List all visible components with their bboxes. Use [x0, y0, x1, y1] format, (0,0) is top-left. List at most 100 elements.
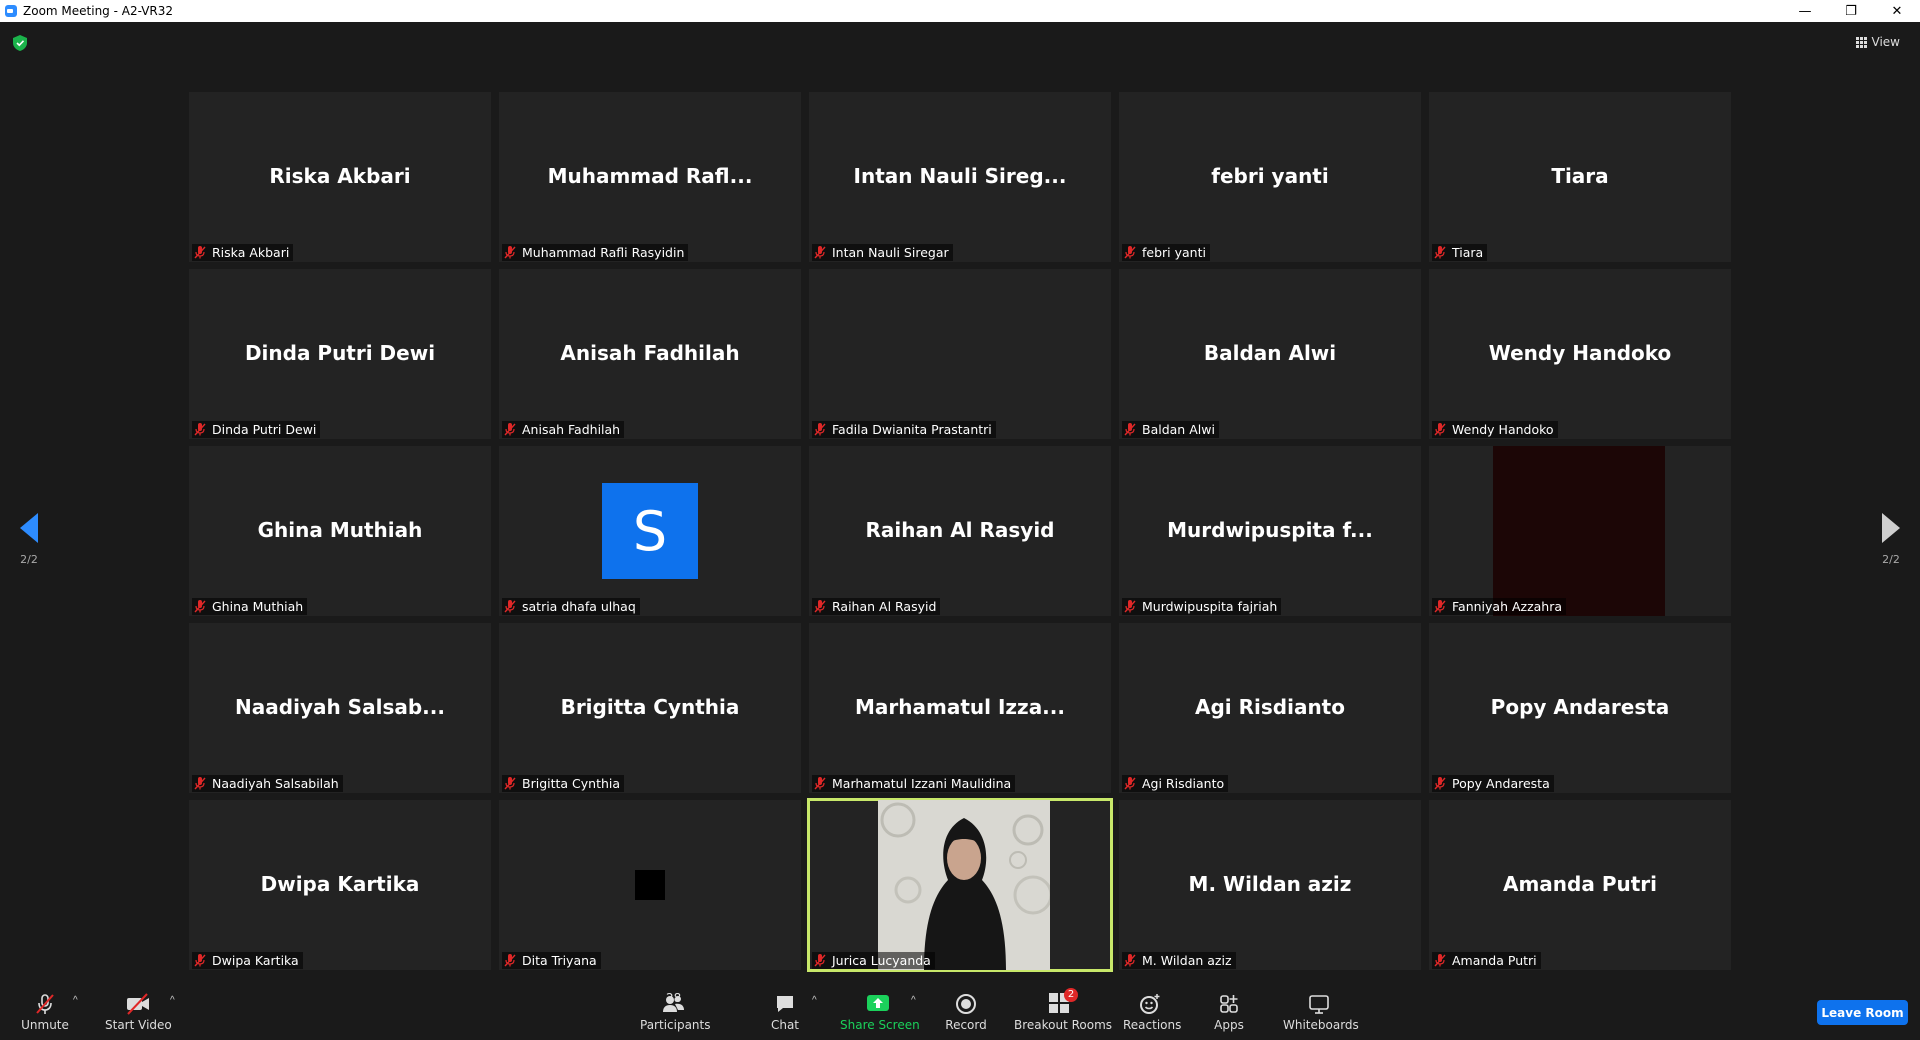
- participant-label: Ghina Muthiah: [192, 598, 308, 615]
- participant-tile[interactable]: Dinda Putri Dewi Dinda Putri Dewi: [189, 269, 491, 439]
- share-options-caret-icon[interactable]: ^: [911, 995, 916, 1006]
- participant-label-text: Amanda Putri: [1452, 953, 1537, 968]
- participant-tile[interactable]: Wendy Handoko Wendy Handoko: [1429, 269, 1731, 439]
- participant-label: Marhamatul Izzani Maulidina: [812, 775, 1016, 792]
- participant-label-text: Dwipa Kartika: [212, 953, 299, 968]
- participant-name-display: Amanda Putri: [1502, 872, 1657, 896]
- view-button[interactable]: View: [1855, 32, 1900, 52]
- encryption-shield-icon[interactable]: [13, 35, 27, 51]
- participant-tile[interactable]: Amanda Putri Amanda Putri: [1429, 800, 1731, 970]
- participant-name-display: febri yanti: [1211, 164, 1329, 188]
- participant-tile[interactable]: Ghina Muthiah Ghina Muthiah: [189, 446, 491, 616]
- participant-tile[interactable]: Fadila Dwianita Prastantri: [809, 269, 1111, 439]
- participant-label-text: Naadiyah Salsabilah: [212, 776, 339, 791]
- participant-label: Agi Risdianto: [1122, 775, 1229, 792]
- participant-name-display: Wendy Handoko: [1488, 341, 1672, 365]
- restore-button[interactable]: ❐: [1828, 0, 1874, 22]
- participant-tile[interactable]: Muhammad Rafl... Muhammad Rafli Rasyidin: [499, 92, 801, 262]
- apps-button[interactable]: Apps: [1213, 993, 1245, 1032]
- muted-mic-icon: [1434, 777, 1446, 790]
- apps-label: Apps: [1214, 1018, 1244, 1032]
- breakout-rooms-badge: 2: [1064, 987, 1078, 1002]
- record-icon: [956, 994, 976, 1014]
- muted-mic-icon: [1434, 246, 1446, 259]
- participant-tile[interactable]: Agi Risdianto Agi Risdianto: [1119, 623, 1421, 793]
- muted-microphone-icon: [36, 994, 54, 1014]
- participant-name-display: Murdwipuspita f...: [1167, 518, 1373, 542]
- participant-tile[interactable]: Dita Triyana: [499, 800, 801, 970]
- participant-label-text: febri yanti: [1142, 245, 1206, 260]
- participant-label-text: Fanniyah Azzahra: [1452, 599, 1563, 614]
- start-video-button[interactable]: Start Video: [105, 993, 172, 1032]
- participant-tile[interactable]: febri yanti febri yanti: [1119, 92, 1421, 262]
- participant-label-text: Dinda Putri Dewi: [212, 422, 317, 437]
- video-options-caret-icon[interactable]: ^: [170, 995, 175, 1006]
- participant-tile[interactable]: Baldan Alwi Baldan Alwi: [1119, 269, 1421, 439]
- muted-mic-icon: [1124, 777, 1136, 790]
- participant-name-display: Intan Nauli Sireg...: [853, 164, 1067, 188]
- previous-page-button[interactable]: 2/2: [9, 513, 49, 566]
- reactions-button[interactable]: Reactions: [1123, 993, 1181, 1032]
- participant-tile[interactable]: Dwipa Kartika Dwipa Kartika: [189, 800, 491, 970]
- record-button[interactable]: Record: [945, 993, 987, 1032]
- participant-tile[interactable]: Riska Akbari Riska Akbari: [189, 92, 491, 262]
- chat-label: Chat: [770, 1018, 800, 1032]
- next-page-button[interactable]: 2/2: [1871, 513, 1911, 566]
- muted-mic-icon: [1124, 954, 1136, 967]
- muted-mic-icon: [1434, 954, 1446, 967]
- view-label: View: [1871, 35, 1900, 49]
- left-arrow-icon: [20, 513, 38, 543]
- chat-options-caret-icon[interactable]: ^: [812, 995, 817, 1006]
- participant-label-text: Muhammad Rafli Rasyidin: [522, 245, 685, 260]
- participant-label: Baldan Alwi: [1122, 421, 1219, 438]
- participant-video: [635, 870, 665, 900]
- page-indicator: 2/2: [1882, 553, 1900, 566]
- share-screen-button[interactable]: Share Screen: [840, 993, 920, 1032]
- participant-tile[interactable]: Anisah Fadhilah Anisah Fadhilah: [499, 269, 801, 439]
- share-screen-icon: [867, 995, 889, 1011]
- muted-mic-icon: [504, 954, 516, 967]
- window-title: Zoom Meeting - A2-VR32: [23, 4, 174, 18]
- whiteboards-button[interactable]: Whiteboards: [1283, 993, 1359, 1032]
- active-speaker-tile[interactable]: Jurica Lucyanda: [807, 798, 1113, 972]
- unmute-label: Unmute: [21, 1018, 69, 1032]
- muted-mic-icon: [1124, 246, 1136, 259]
- participant-name-display: Agi Risdianto: [1195, 695, 1345, 719]
- participant-label-text: Raihan Al Rasyid: [832, 599, 937, 614]
- participant-tile[interactable]: Intan Nauli Sireg... Intan Nauli Siregar: [809, 92, 1111, 262]
- video-off-icon: [127, 993, 149, 1015]
- participant-label: satria dhafa ulhaq: [502, 598, 640, 615]
- minimize-button[interactable]: —: [1782, 0, 1828, 22]
- participant-name-display: Marhamatul Izza...: [855, 695, 1065, 719]
- participant-label: Dita Triyana: [502, 952, 601, 969]
- reactions-icon: [1140, 994, 1160, 1014]
- audio-options-caret-icon[interactable]: ^: [73, 995, 78, 1006]
- participant-label-text: Brigitta Cynthia: [522, 776, 621, 791]
- participant-label: Anisah Fadhilah: [502, 421, 625, 438]
- meeting-toolbar: Unmute ^ Start Video ^ 28 Participants C…: [0, 975, 1920, 1040]
- participant-count: 28: [666, 991, 682, 1005]
- participant-tile[interactable]: Marhamatul Izza... Marhamatul Izzani Mau…: [809, 623, 1111, 793]
- participant-tile[interactable]: Murdwipuspita f... Murdwipuspita fajriah: [1119, 446, 1421, 616]
- participant-tile[interactable]: Fanniyah Azzahra: [1429, 446, 1731, 616]
- participant-tile[interactable]: S satria dhafa ulhaq: [499, 446, 801, 616]
- participant-tile[interactable]: Brigitta Cynthia Brigitta Cynthia: [499, 623, 801, 793]
- unmute-button[interactable]: Unmute: [20, 993, 70, 1032]
- participant-label: Muhammad Rafli Rasyidin: [502, 244, 689, 261]
- leave-room-button[interactable]: Leave Room: [1817, 1000, 1908, 1025]
- participant-label: Riska Akbari: [192, 244, 294, 261]
- close-button[interactable]: ✕: [1874, 0, 1920, 22]
- participant-tile[interactable]: Raihan Al Rasyid Raihan Al Rasyid: [809, 446, 1111, 616]
- participant-label-text: Dita Triyana: [522, 953, 597, 968]
- participants-button[interactable]: 28 Participants: [640, 991, 711, 1032]
- participant-label-text: Agi Risdianto: [1142, 776, 1225, 791]
- participant-tile[interactable]: M. Wildan aziz M. Wildan aziz: [1119, 800, 1421, 970]
- participant-label-text: Tiara: [1452, 245, 1484, 260]
- chat-icon: [777, 996, 793, 1012]
- participant-label: Murdwipuspita fajriah: [1122, 598, 1282, 615]
- participant-tile[interactable]: Popy Andaresta Popy Andaresta: [1429, 623, 1731, 793]
- breakout-rooms-button[interactable]: 2 Breakout Rooms: [1014, 987, 1112, 1032]
- chat-button[interactable]: Chat: [768, 993, 802, 1032]
- participant-tile[interactable]: Tiara Tiara: [1429, 92, 1731, 262]
- participant-tile[interactable]: Naadiyah Salsab... Naadiyah Salsabilah: [189, 623, 491, 793]
